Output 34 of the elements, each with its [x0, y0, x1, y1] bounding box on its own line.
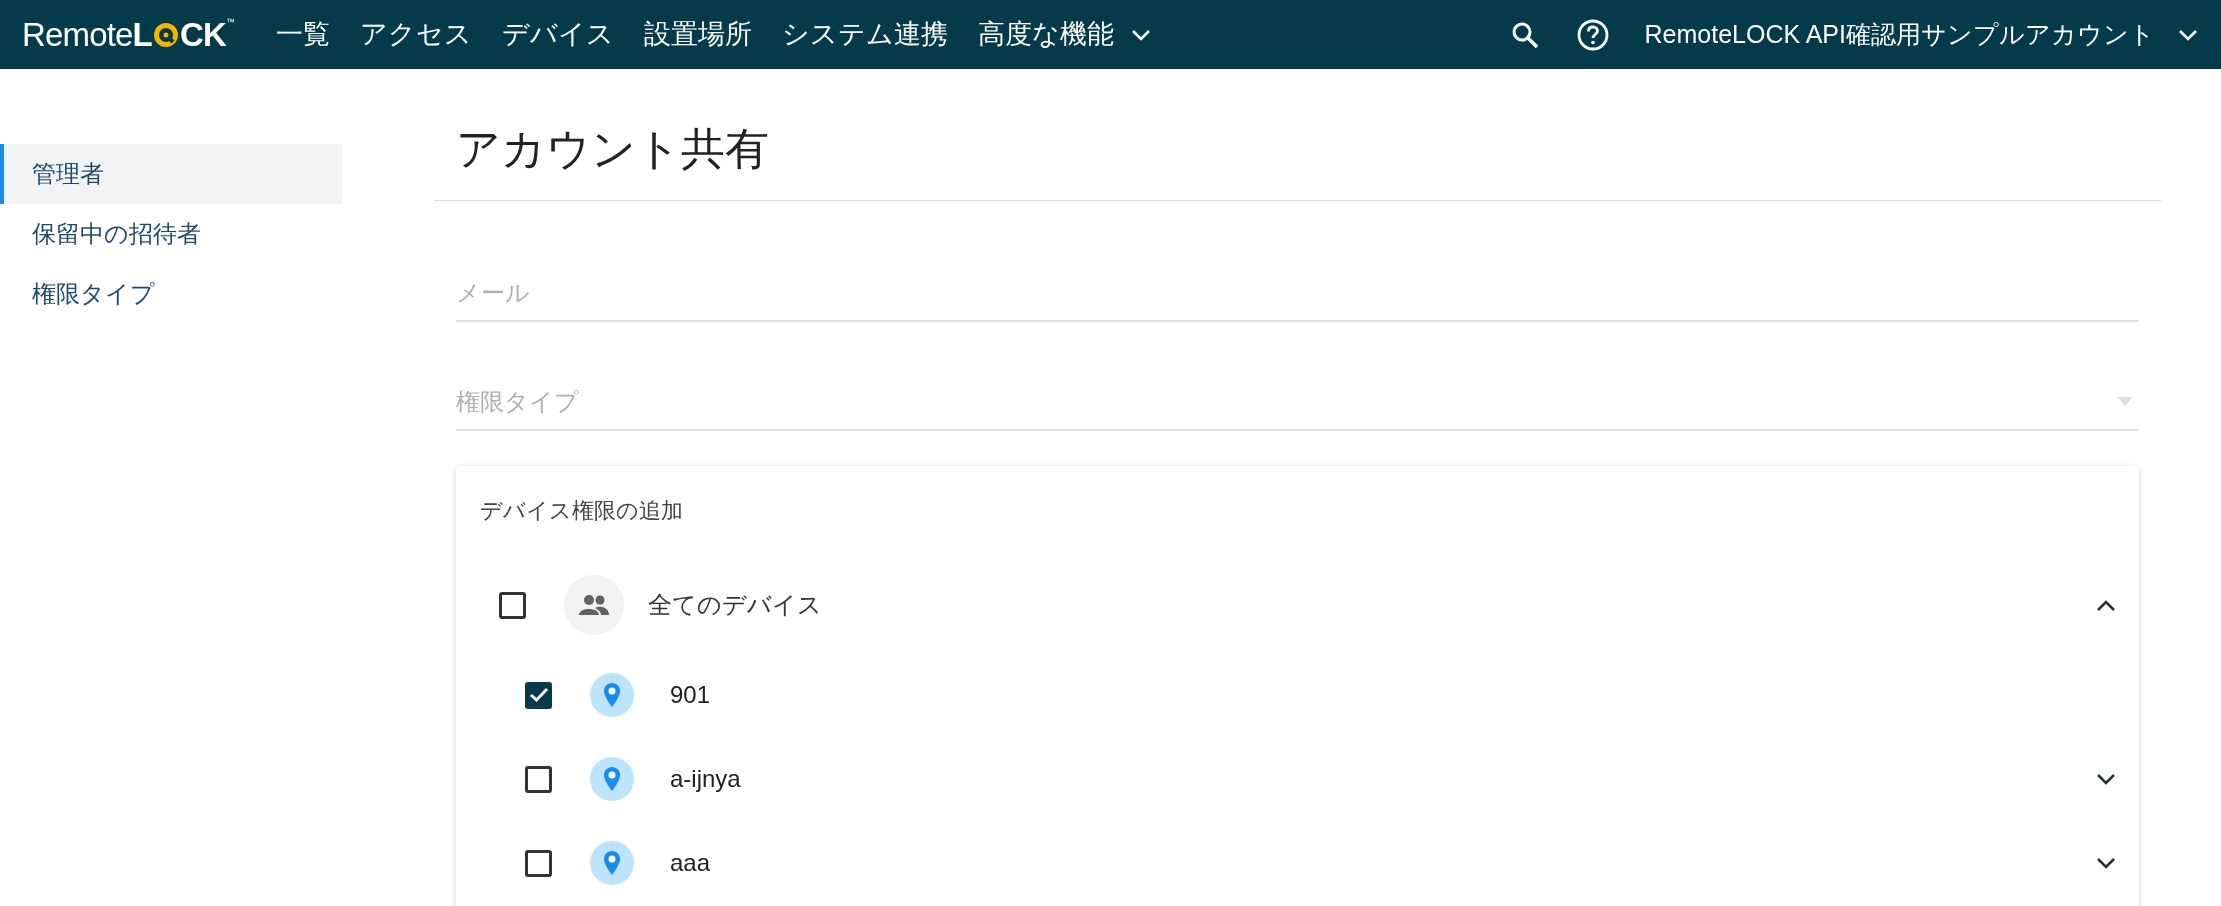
caret-icon[interactable]	[2177, 27, 2199, 42]
checkbox[interactable]	[525, 681, 552, 709]
checkmark-icon	[528, 687, 549, 703]
expand-chevron-icon[interactable]	[2095, 856, 2117, 870]
collapse-chevron-icon[interactable]	[2095, 598, 2117, 612]
nav-link[interactable]: システム連携	[782, 14, 949, 55]
caret-icon[interactable]	[1130, 27, 1153, 42]
checkbox[interactable]	[525, 765, 552, 793]
group-label: 全てのデバイス	[648, 590, 822, 620]
nav-link[interactable]: 一覧	[276, 14, 331, 55]
location-pin-icon	[590, 673, 634, 717]
sidebar-item[interactable]: 管理者	[0, 144, 342, 204]
sidebar-item[interactable]: 保留中の招待者	[0, 204, 342, 264]
search-icon[interactable]	[1510, 20, 1539, 49]
nav-link[interactable]: デバイス	[502, 14, 615, 55]
help-icon[interactable]	[1576, 18, 1609, 51]
dropdown-arrow-icon	[2117, 397, 2133, 406]
nav-link[interactable]: 設置場所	[644, 14, 753, 55]
logo[interactable]: RemoteL CK™	[22, 9, 235, 60]
card-heading: デバイス権限の追加	[479, 497, 683, 525]
nav-link[interactable]: 高度な機能	[978, 14, 1153, 55]
expand-chevron-icon[interactable]	[2095, 772, 2117, 786]
page-title: アカウント共有	[456, 123, 770, 175]
email-field[interactable]: メール	[456, 265, 2139, 322]
checkbox[interactable]	[499, 591, 526, 619]
checkbox[interactable]	[525, 849, 552, 877]
location-pin-icon	[590, 841, 634, 885]
account-menu[interactable]: RemoteLOCK API確認用サンプルアカウント	[1644, 15, 2199, 54]
location-pin-icon	[590, 757, 634, 801]
nav-link[interactable]: アクセス	[360, 14, 473, 55]
device-label: a-ijnya	[670, 764, 741, 794]
device-label: 901	[670, 680, 711, 710]
sidebar-item[interactable]: 権限タイプ	[0, 264, 342, 324]
device-label: aaa	[670, 848, 711, 878]
